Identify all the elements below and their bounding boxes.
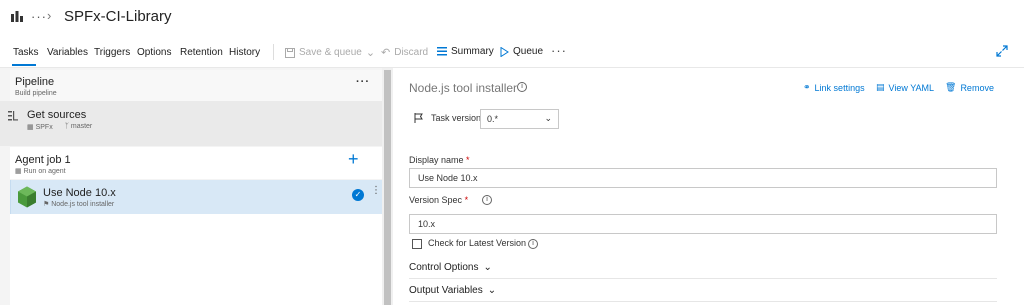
repo-name: SPFx	[35, 124, 53, 131]
add-task-button[interactable]: +	[348, 149, 359, 170]
version-spec-value: 10.x	[418, 219, 436, 229]
get-sources-title: Get sources	[27, 109, 87, 121]
view-yaml-button[interactable]: ▤ View YAML	[876, 82, 934, 93]
tab-history[interactable]: History	[229, 47, 260, 58]
pipeline-panel: Pipeline Build pipeline ··· Get sources …	[0, 68, 393, 305]
nodejs-icon	[18, 186, 36, 208]
task-enabled-check-icon[interactable]: ✓	[352, 189, 364, 201]
breadcrumb-chevron-icon: ›	[47, 8, 52, 23]
chevron-down-icon: ⌄	[544, 113, 552, 123]
queue-button[interactable]: Queue	[500, 46, 543, 57]
task-details-panel: Node.js tool installer i ⚭ Link settings…	[394, 68, 1024, 305]
tab-triggers[interactable]: Triggers	[94, 47, 130, 58]
left-scrollbar-thumb[interactable]	[384, 70, 391, 305]
summary-button[interactable]: Summary	[437, 46, 494, 57]
play-icon	[500, 46, 509, 57]
get-sources-item[interactable]: Get sources ▦ SPFx ᛉ master	[0, 101, 382, 146]
expand-icon[interactable]	[996, 45, 1008, 57]
display-name-field[interactable]: Use Node 10.x	[409, 168, 997, 188]
task-version-select[interactable]: 0.* ⌄	[480, 109, 559, 129]
organization-icon[interactable]	[11, 11, 23, 22]
breadcrumb-ellipsis[interactable]: ···	[31, 9, 47, 24]
branch-info: ᛉ master	[65, 123, 93, 131]
chevron-down-icon: ⌄	[483, 262, 492, 273]
agent-job-subtitle: ▦ Run on agent	[15, 167, 66, 175]
tab-variables[interactable]: Variables	[47, 47, 88, 58]
chevron-down-icon: ⌄	[365, 47, 376, 59]
required-mark: *	[466, 155, 470, 165]
section-divider	[409, 278, 997, 279]
display-name-label: Display name *	[409, 155, 470, 165]
toolbar-more-button[interactable]: ···	[551, 43, 567, 58]
discard-button[interactable]: ↶ Discard	[381, 46, 428, 59]
output-variables-section[interactable]: Output Variables ⌄	[409, 285, 496, 296]
clipboard-icon: ▤	[876, 82, 885, 92]
save-queue-label: Save & queue	[299, 47, 362, 58]
info-icon[interactable]: i	[528, 239, 538, 249]
version-spec-label: Version Spec *	[409, 195, 468, 205]
active-tab-indicator	[12, 64, 36, 66]
check-latest-checkbox[interactable]	[412, 239, 422, 249]
output-variables-label: Output Variables	[409, 285, 483, 296]
control-options-section[interactable]: Control Options ⌄	[409, 262, 492, 273]
repo-info: ▦ SPFx	[27, 123, 53, 131]
pipeline-title: Pipeline	[15, 76, 55, 88]
source-icon	[8, 111, 18, 121]
agent-job-item[interactable]: Agent job 1 ▦ Run on agent +	[10, 147, 382, 179]
branch-name: master	[70, 123, 93, 130]
task-version-value: 0.*	[487, 114, 499, 124]
task-subtitle: ⚑ Node.js tool installer	[43, 200, 114, 208]
save-icon	[285, 47, 295, 58]
link-icon: ⚭	[803, 82, 811, 92]
editor-toolbar: Tasks Variables Triggers Options Retenti…	[0, 40, 1024, 66]
info-icon[interactable]: i	[517, 82, 527, 92]
pipeline-name[interactable]: SPFx-CI-Library	[64, 8, 172, 25]
discard-label: Discard	[394, 47, 429, 58]
pipeline-more-button[interactable]: ···	[356, 76, 370, 88]
tab-tasks[interactable]: Tasks	[13, 47, 39, 58]
required-mark: *	[464, 195, 469, 205]
task-details-title: Node.js tool installer	[409, 81, 518, 95]
remove-button[interactable]: 🗑 Remove	[945, 82, 994, 93]
toolbar-divider	[273, 44, 274, 60]
get-sources-meta: ▦ SPFx ᛉ master	[27, 123, 92, 131]
link-settings-label: Link settings	[814, 82, 865, 93]
list-icon	[437, 47, 447, 56]
chevron-down-icon: ⌄	[487, 285, 497, 296]
task-version-label: Task version	[431, 113, 482, 123]
trash-icon: 🗑	[945, 82, 957, 92]
flag-icon	[414, 113, 423, 123]
link-settings-button[interactable]: ⚭ Link settings	[803, 82, 865, 93]
top-bar: ··· › SPFx-CI-Library	[0, 0, 1024, 34]
info-icon[interactable]: i	[482, 195, 492, 205]
task-item-use-node[interactable]: Use Node 10.x ⚑ Node.js tool installer ✓…	[10, 180, 390, 214]
queue-label: Queue	[513, 46, 544, 57]
view-yaml-label: View YAML	[888, 82, 935, 93]
pipeline-subtitle: Build pipeline	[15, 90, 57, 97]
branch-icon: ᛉ	[64, 123, 69, 130]
version-spec-field[interactable]: 10.x	[409, 214, 997, 234]
task-title: Use Node 10.x	[43, 187, 116, 199]
agent-job-title: Agent job 1	[15, 154, 71, 166]
summary-label: Summary	[451, 46, 494, 57]
check-latest-label: Check for Latest Version	[428, 238, 527, 248]
repo-icon: ▦	[27, 124, 34, 131]
agent-icon: ▦	[15, 168, 22, 175]
task-sub-label: Node.js tool installer	[51, 201, 115, 208]
remove-label: Remove	[960, 82, 994, 93]
drag-handle-icon[interactable]: ⋮⋮	[371, 186, 390, 196]
tab-retention[interactable]: Retention	[180, 47, 223, 58]
save-queue-button[interactable]: Save & queue ⌄	[285, 46, 375, 59]
version-spec-label-text: Version Spec	[409, 195, 463, 205]
display-name-value: Use Node 10.x	[418, 173, 478, 183]
agent-job-sub-label: Run on agent	[23, 168, 66, 175]
section-divider	[409, 301, 997, 302]
undo-icon: ↶	[381, 47, 391, 59]
control-options-label: Control Options	[409, 262, 479, 273]
tab-options[interactable]: Options	[137, 47, 171, 58]
flag-icon: ⚑	[43, 201, 50, 208]
left-panel-empty-area	[10, 214, 382, 305]
pipeline-header[interactable]: Pipeline Build pipeline ···	[10, 70, 382, 101]
display-name-label-text: Display name	[409, 155, 464, 165]
